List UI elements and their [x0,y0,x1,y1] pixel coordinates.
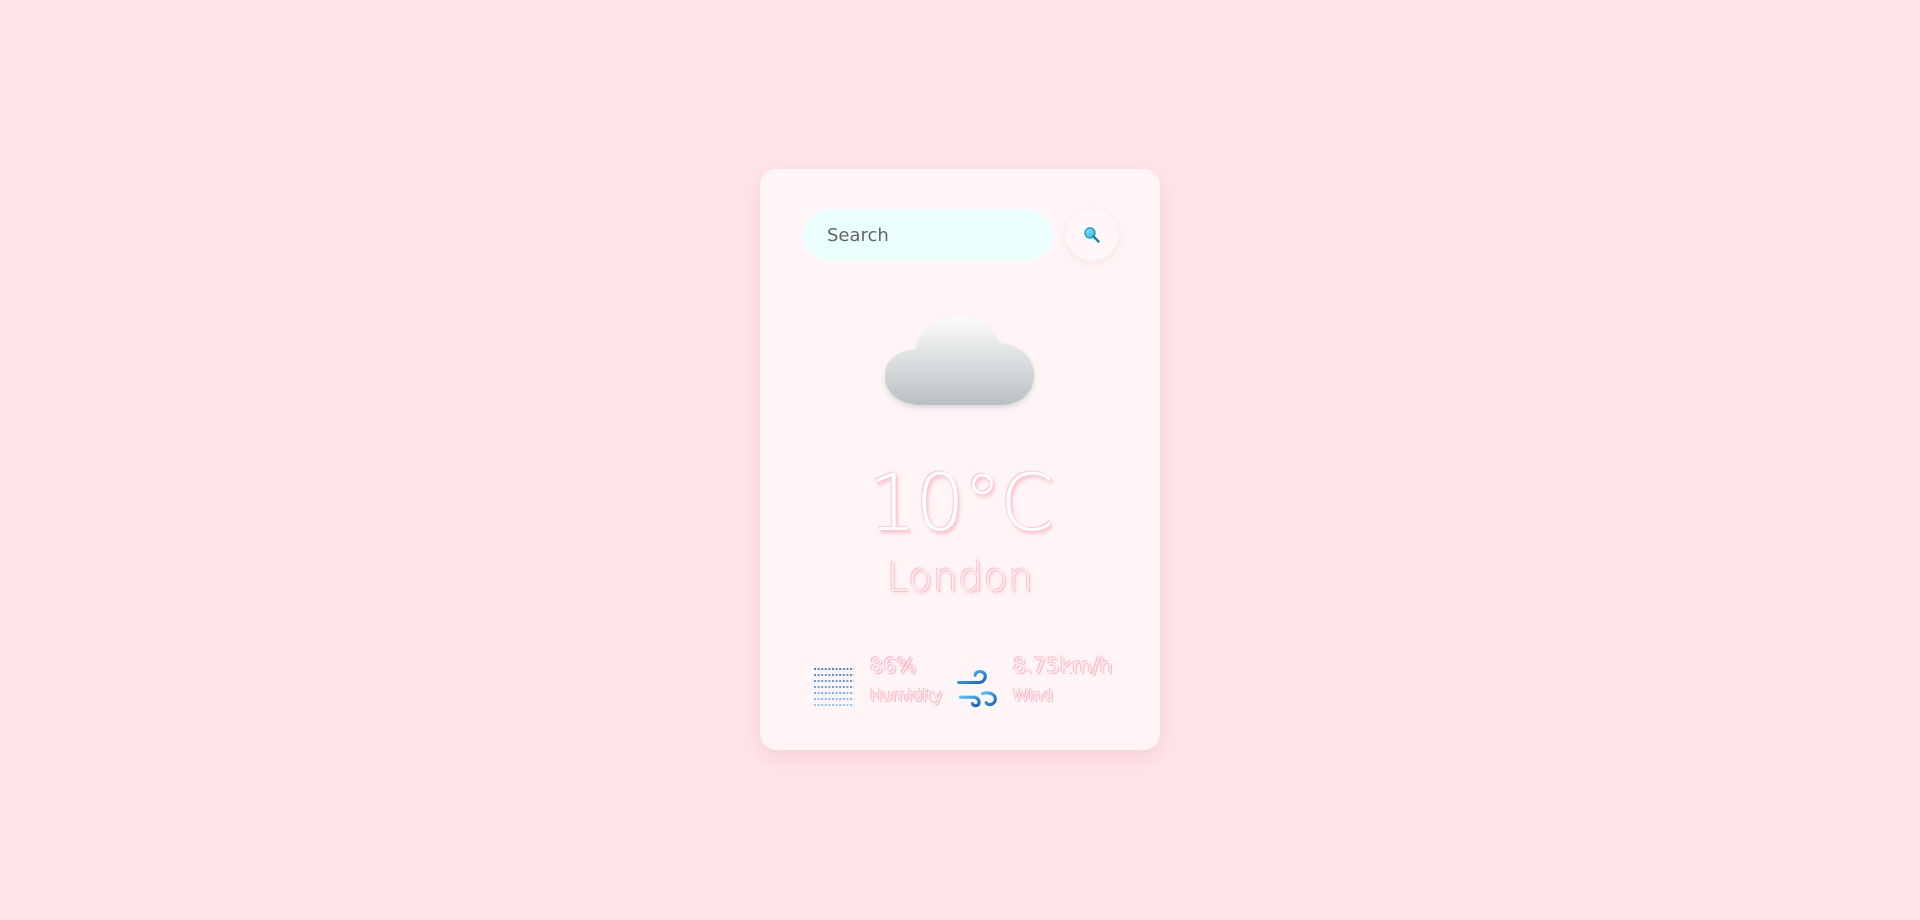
wind-icon [955,669,997,708]
wind-detail: 8.75km/h Wind [955,654,1145,714]
humidity-label: Humidity [870,686,943,705]
search-button[interactable] [1066,209,1118,261]
search-icon [1084,227,1100,243]
search-bar [803,209,1118,261]
weather-details: 86% Humidity 8.75km/h Wind [812,654,1142,714]
weather-card: 10°C London 86% Humidity [760,169,1160,750]
temperature: 10°C [867,459,1055,549]
city-name: London [886,555,1034,601]
search-input[interactable] [803,209,1053,261]
humidity-icon [814,668,854,706]
cloud-icon [885,317,1034,405]
humidity-value: 86% [870,654,917,678]
wind-value: 8.75km/h [1013,654,1113,678]
wind-label: Wind [1013,686,1054,705]
humidity-detail: 86% Humidity [812,654,952,714]
